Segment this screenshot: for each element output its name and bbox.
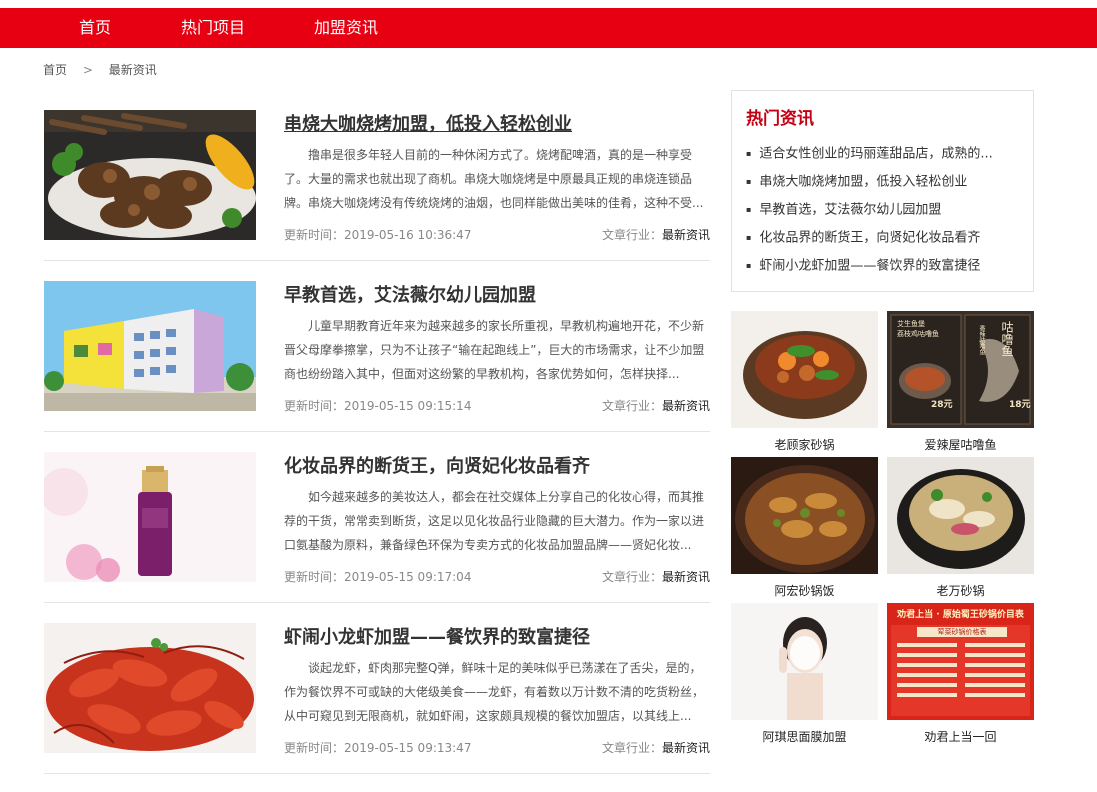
article-category-link[interactable]: 最新资讯 <box>662 570 710 584</box>
poster-brand: 艾生鱼堡 <box>897 320 925 328</box>
breadcrumb-current: 最新资讯 <box>108 63 157 77</box>
article-summary: 谈起龙虾，虾肉那完整Q弹，鲜味十足的美味似乎已荡漾在了舌尖，是的，作为餐饮界不可… <box>284 661 705 722</box>
breadcrumb: 首页 > 最新资讯 <box>43 61 157 78</box>
article-category-label: 文章行业： <box>601 570 662 584</box>
article-update-time: 更新时间：2019-05-15 09:17:04 <box>284 570 472 584</box>
article-item: 化妆品界的断货王，向贤妃化妆品看齐 如今越来越多的美妆达人，都会在社交媒体上分享… <box>44 452 710 603</box>
article-category-label: 文章行业： <box>601 228 662 242</box>
article-category: 文章行业：最新资讯 <box>602 226 710 243</box>
article-title[interactable]: 串烧大咖烧烤加盟，低投入轻松创业 <box>284 110 572 136</box>
article-category: 文章行业：最新资讯 <box>602 568 710 585</box>
article-update-time: 更新时间：2019-05-15 09:13:47 <box>284 741 472 755</box>
gallery-caption: 阿宏砂锅饭 <box>774 584 835 598</box>
article-thumbnail-bbq[interactable] <box>44 110 256 240</box>
gallery-card[interactable]: 老万砂锅 <box>887 457 1034 603</box>
poster-price-1: 28元 <box>931 400 953 410</box>
hot-news-title: 热门资讯 <box>746 109 814 129</box>
poster-text: 艾生鱼堡 荔枝鸡咕噜鱼 <box>897 319 957 339</box>
article-title[interactable]: 虾闹小龙虾加盟——餐饮界的致富捷径 <box>284 623 590 649</box>
gallery-image-hotpot-soup <box>887 457 1034 574</box>
gallery-image-facial-mask <box>731 603 878 720</box>
breadcrumb-home[interactable]: 首页 <box>43 61 67 78</box>
gallery-card[interactable]: 劝君上当 · 原始蜀王砂锅价目表 荤菜砂锅价格表 劝君上当一回 <box>887 603 1034 749</box>
article-update-time: 更新时间：2019-05-16 10:36:47 <box>284 228 472 242</box>
poster-side-sub: 香辣咕噜鱼 <box>978 325 985 355</box>
article-item: 串烧大咖烧烤加盟，低投入轻松创业 撸串是很多年轻人目前的一种休闲方式了。烧烤配啤… <box>44 110 710 261</box>
article-category: 文章行业：最新资讯 <box>602 397 710 414</box>
gallery-caption: 老万砂锅 <box>936 584 985 598</box>
gallery-image-clay-pot <box>731 311 878 428</box>
article-category-label: 文章行业： <box>601 399 662 413</box>
article-thumbnail-kindergarten[interactable] <box>44 281 256 411</box>
poster-dish: 荔枝鸡咕噜鱼 <box>897 330 939 338</box>
gallery-caption: 劝君上当一回 <box>924 730 997 744</box>
article-thumbnail-crayfish[interactable] <box>44 623 256 753</box>
hot-news-panel: 热门资讯 适合女性创业的玛丽莲甜品店，成熟的... 串烧大咖烧烤加盟，低投入轻松… <box>731 90 1034 292</box>
hot-news-item[interactable]: 虾闹小龙虾加盟——餐饮界的致富捷径 <box>746 252 1016 280</box>
article-item: 虾闹小龙虾加盟——餐饮界的致富捷径 谈起龙虾，虾肉那完整Q弹，鲜味十足的美味似乎… <box>44 623 710 774</box>
poster-price-2: 18元 <box>1009 400 1031 410</box>
gallery-image-mushroom-rice <box>731 457 878 574</box>
gallery-card[interactable]: 老顾家砂锅 <box>731 311 878 457</box>
article-category-link[interactable]: 最新资讯 <box>662 228 710 242</box>
article-update-time: 更新时间：2019-05-15 09:15:14 <box>284 399 472 413</box>
hot-news-item[interactable]: 串烧大咖烧烤加盟，低投入轻松创业 <box>746 168 1016 196</box>
nav-home[interactable]: 首页 <box>79 8 111 48</box>
article-title[interactable]: 化妆品界的断货王，向贤妃化妆品看齐 <box>284 452 590 478</box>
article-summary: 撸串是很多年轻人目前的一种休闲方式了。烧烤配啤酒，真的是一种享受了。大量的需求也… <box>284 148 704 209</box>
article-category-link[interactable]: 最新资讯 <box>662 741 710 755</box>
gallery-card[interactable]: 阿宏砂锅饭 <box>731 457 878 603</box>
gallery-caption: 阿琪思面膜加盟 <box>762 730 847 744</box>
article-thumbnail-cosmetics[interactable] <box>44 452 256 582</box>
menu-headline: 劝君上当 · 原始蜀王砂锅价目表 <box>897 610 1024 620</box>
hot-news-item[interactable]: 早教首选，艾法薇尔幼儿园加盟 <box>746 196 1016 224</box>
article-category-label: 文章行业： <box>601 741 662 755</box>
top-nav-bar: 首页 热门项目 加盟资讯 <box>0 8 1097 48</box>
menu-subheading: 荤菜砂锅价格表 <box>937 628 987 636</box>
hot-news-list: 适合女性创业的玛丽莲甜品店，成熟的... 串烧大咖烧烤加盟，低投入轻松创业 早教… <box>746 140 1016 280</box>
article-category-link[interactable]: 最新资讯 <box>662 399 710 413</box>
nav-franchise-news[interactable]: 加盟资讯 <box>314 8 378 48</box>
gallery-image-fish-poster: 艾生鱼堡 荔枝鸡咕噜鱼 咕噜鱼 香辣咕噜鱼 28元 18元 <box>887 311 1034 428</box>
article-item: 早教首选，艾法薇尔幼儿园加盟 儿童早期教育近年来为越来越多的家长所重视，早教机构… <box>44 281 710 432</box>
article-summary: 儿童早期教育近年来为越来越多的家长所重视，早教机构遍地开花，不少新晋父母摩拳擦掌… <box>284 319 705 380</box>
gallery-caption: 爱辣屋咕噜鱼 <box>924 438 997 452</box>
hot-news-item[interactable]: 化妆品界的断货王，向贤妃化妆品看齐 <box>746 224 1016 252</box>
hot-news-item[interactable]: 适合女性创业的玛丽莲甜品店，成熟的... <box>746 140 1016 168</box>
nav-hot-projects[interactable]: 热门项目 <box>181 8 245 48</box>
poster-side-title: 咕噜鱼 <box>1000 321 1014 357</box>
article-category: 文章行业：最新资讯 <box>602 739 710 756</box>
article-summary: 如今越来越多的美妆达人，都会在社交媒体上分享自己的化妆心得，而其推荐的干货，常常… <box>284 490 705 551</box>
gallery-image-menu-board: 劝君上当 · 原始蜀王砂锅价目表 荤菜砂锅价格表 <box>887 603 1034 720</box>
gallery-caption: 老顾家砂锅 <box>774 438 835 452</box>
breadcrumb-separator: > <box>82 63 93 77</box>
gallery-card[interactable]: 艾生鱼堡 荔枝鸡咕噜鱼 咕噜鱼 香辣咕噜鱼 28元 18元 爱辣屋咕噜鱼 <box>887 311 1034 457</box>
article-title[interactable]: 早教首选，艾法薇尔幼儿园加盟 <box>284 281 536 307</box>
gallery-card[interactable]: 阿琪思面膜加盟 <box>731 603 878 749</box>
